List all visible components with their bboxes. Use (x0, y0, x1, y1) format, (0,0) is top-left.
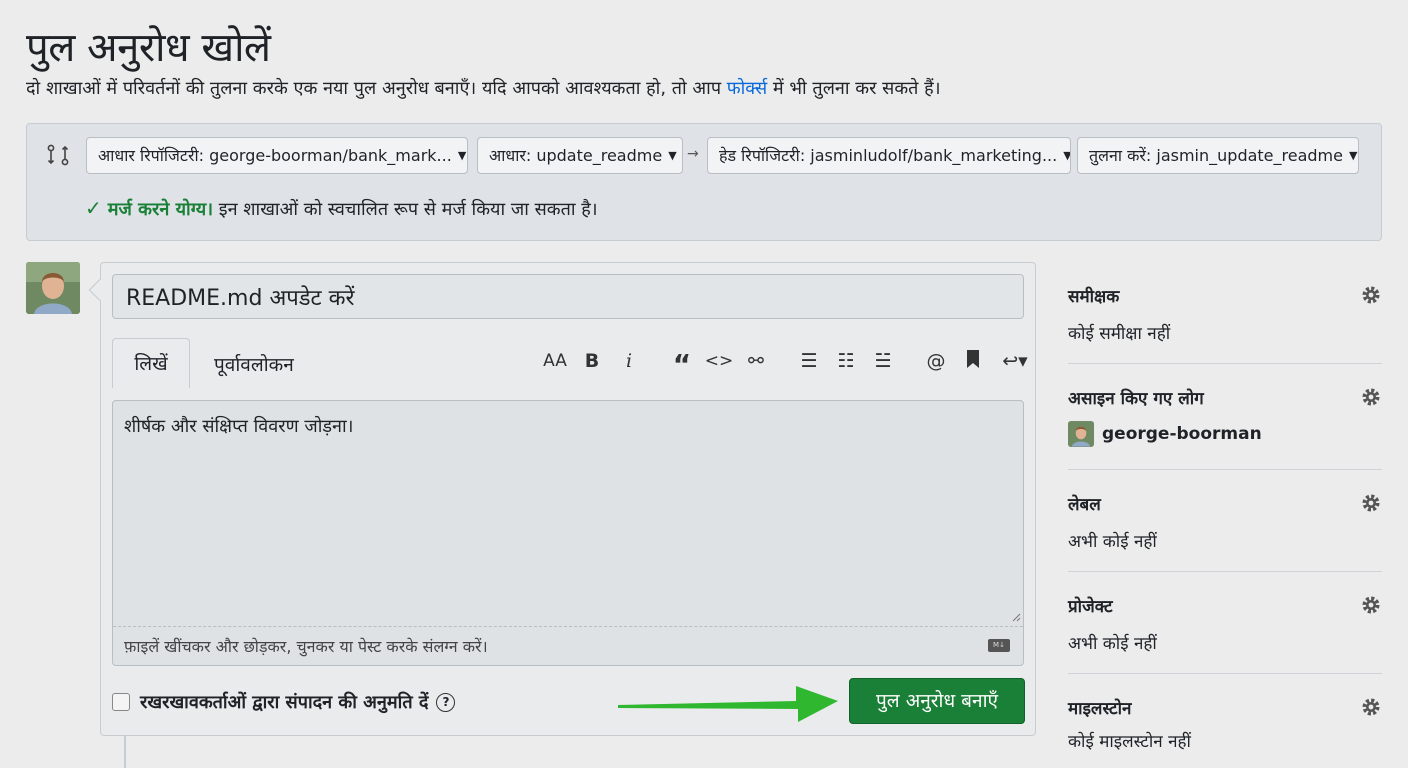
forks-link[interactable]: फोर्क्स (727, 78, 767, 99)
allow-edits-label: रखरखावकर्ताओं द्वारा संपादन की अनुमति दे… (140, 692, 429, 713)
allow-edits-option[interactable]: रखरखावकर्ताओं द्वारा संपादन की अनुमति दे… (112, 690, 456, 714)
reviewers-value: कोई समीक्षा नहीं (1068, 324, 1171, 344)
page-subtitle: दो शाखाओं में परिवर्तनों की तुलना करके ए… (26, 76, 941, 100)
labels-title: लेबल (1068, 495, 1101, 515)
italic-icon[interactable]: i (614, 350, 644, 372)
merge-detail-text: इन शाखाओं को स्वचालित रूप से मर्ज किया ज… (213, 199, 598, 220)
attach-files-hint[interactable]: फ़ाइलें खींचकर और छोड़कर, चुनकर या पेस्ट… (124, 635, 488, 657)
help-icon[interactable]: ? (436, 692, 456, 712)
markdown-icon: M↓ (988, 639, 1010, 652)
sidebar-divider (1068, 469, 1382, 470)
projects-title: प्रोजेक्ट (1068, 597, 1113, 617)
timeline-line (124, 736, 126, 768)
avatar[interactable] (26, 262, 80, 314)
task-list-icon[interactable]: ☱ (868, 350, 898, 372)
labels-value: अभी कोई नहीं (1068, 532, 1157, 552)
sidebar-assignees: असाइन किए गए लोग george-boorman (1068, 386, 1382, 447)
tab-write[interactable]: लिखें (112, 338, 190, 388)
bulleted-list-icon[interactable]: ☰ (794, 350, 824, 372)
annotation-arrow-icon (618, 686, 838, 722)
assignee-item[interactable]: george-boorman (1068, 421, 1382, 447)
chevron-down-icon: ▼ (668, 149, 677, 162)
gear-icon[interactable] (1360, 594, 1382, 616)
create-pull-request-button[interactable]: पुल अनुरोध बनाएँ (849, 678, 1025, 724)
mention-icon[interactable]: @ (921, 350, 951, 372)
resize-grip-icon[interactable] (1011, 612, 1021, 622)
markdown-toolbar: AA B i “ <> ⚯ ☰ ☷ ☱ @ ↩▾ (540, 346, 1042, 379)
merge-status: ✓ मर्ज करने योग्य। इन शाखाओं को स्वचालित … (85, 196, 598, 221)
heading-icon[interactable]: AA (540, 351, 570, 371)
sidebar-divider (1068, 571, 1382, 572)
tab-preview[interactable]: पूर्वावलोकन (214, 338, 294, 388)
merge-ok-text: मर्ज करने योग्य। (107, 199, 214, 220)
bookmark-icon[interactable] (958, 349, 988, 374)
sidebar-projects: प्रोजेक्ट अभी कोई नहीं (1068, 594, 1382, 654)
comment-body-text: शीर्षक और संक्षिप्त विवरण जोड़ना। (124, 416, 354, 437)
projects-value: अभी कोई नहीं (1068, 634, 1157, 654)
quote-icon[interactable]: “ (667, 347, 697, 379)
sidebar-labels: लेबल अभी कोई नहीं (1068, 492, 1382, 552)
base-branch-label: आधार: update_readme (489, 146, 663, 165)
reviewers-title: समीक्षक (1068, 287, 1120, 307)
numbered-list-icon[interactable]: ☷ (831, 350, 861, 372)
base-branch-select[interactable]: आधार: update_readme ▼ (477, 137, 683, 174)
head-repository-select[interactable]: हेड रिपॉजिटरी: jasminludolf/bank_marketi… (707, 137, 1071, 174)
check-icon: ✓ (85, 196, 102, 220)
chevron-down-icon: ▼ (457, 149, 467, 162)
bold-icon[interactable]: B (577, 350, 607, 372)
compare-branch-select[interactable]: तुलना करें: jasmin_update_readme ▼ (1077, 137, 1359, 174)
sidebar-milestone: माइलस्टोन कोई माइलस्टोन नहीं (1068, 696, 1382, 752)
base-repository-select[interactable]: आधार रिपॉजिटरी: george-boorman/bank_mark… (86, 137, 468, 174)
reply-icon[interactable]: ↩▾ (995, 350, 1035, 372)
gear-icon[interactable] (1360, 696, 1382, 718)
arrow-right-icon: → (687, 146, 699, 162)
compare-bar: आधार रिपॉजिटरी: george-boorman/bank_mark… (26, 123, 1382, 241)
sidebar-divider (1068, 673, 1382, 674)
assignees-title: असाइन किए गए लोग (1068, 389, 1204, 409)
link-icon[interactable]: ⚯ (741, 350, 771, 372)
chevron-down-icon: ▼ (1063, 149, 1071, 162)
subtitle-text: दो शाखाओं में परिवर्तनों की तुलना करके ए… (26, 78, 727, 99)
gear-icon[interactable] (1360, 386, 1382, 408)
sidebar-divider (1068, 363, 1382, 364)
compare-branches-icon (47, 144, 69, 166)
code-icon[interactable]: <> (704, 351, 734, 371)
compare-branch-label: तुलना करें: jasmin_update_readme (1089, 146, 1343, 165)
gear-icon[interactable] (1360, 492, 1382, 514)
sidebar-reviewers: समीक्षक कोई समीक्षा नहीं (1068, 284, 1382, 344)
title-input[interactable] (112, 274, 1024, 319)
avatar (1068, 421, 1094, 447)
attach-divider (113, 626, 1023, 627)
page-title: पुल अनुरोध खोलें (26, 25, 271, 71)
chevron-down-icon: ▼ (1348, 149, 1358, 162)
milestone-title: माइलस्टोन (1068, 699, 1132, 719)
gear-icon[interactable] (1360, 284, 1382, 306)
head-repository-label: हेड रिपॉजिटरी: jasminludolf/bank_marketi… (719, 146, 1058, 165)
allow-edits-checkbox[interactable] (112, 693, 130, 711)
subtitle-text-end: में भी तुलना कर सकते हैं। (767, 78, 941, 99)
milestone-value: कोई माइलस्टोन नहीं (1068, 732, 1191, 752)
assignee-username: george-boorman (1102, 424, 1262, 444)
base-repository-label: आधार रिपॉजिटरी: george-boorman/bank_mark… (98, 146, 452, 165)
